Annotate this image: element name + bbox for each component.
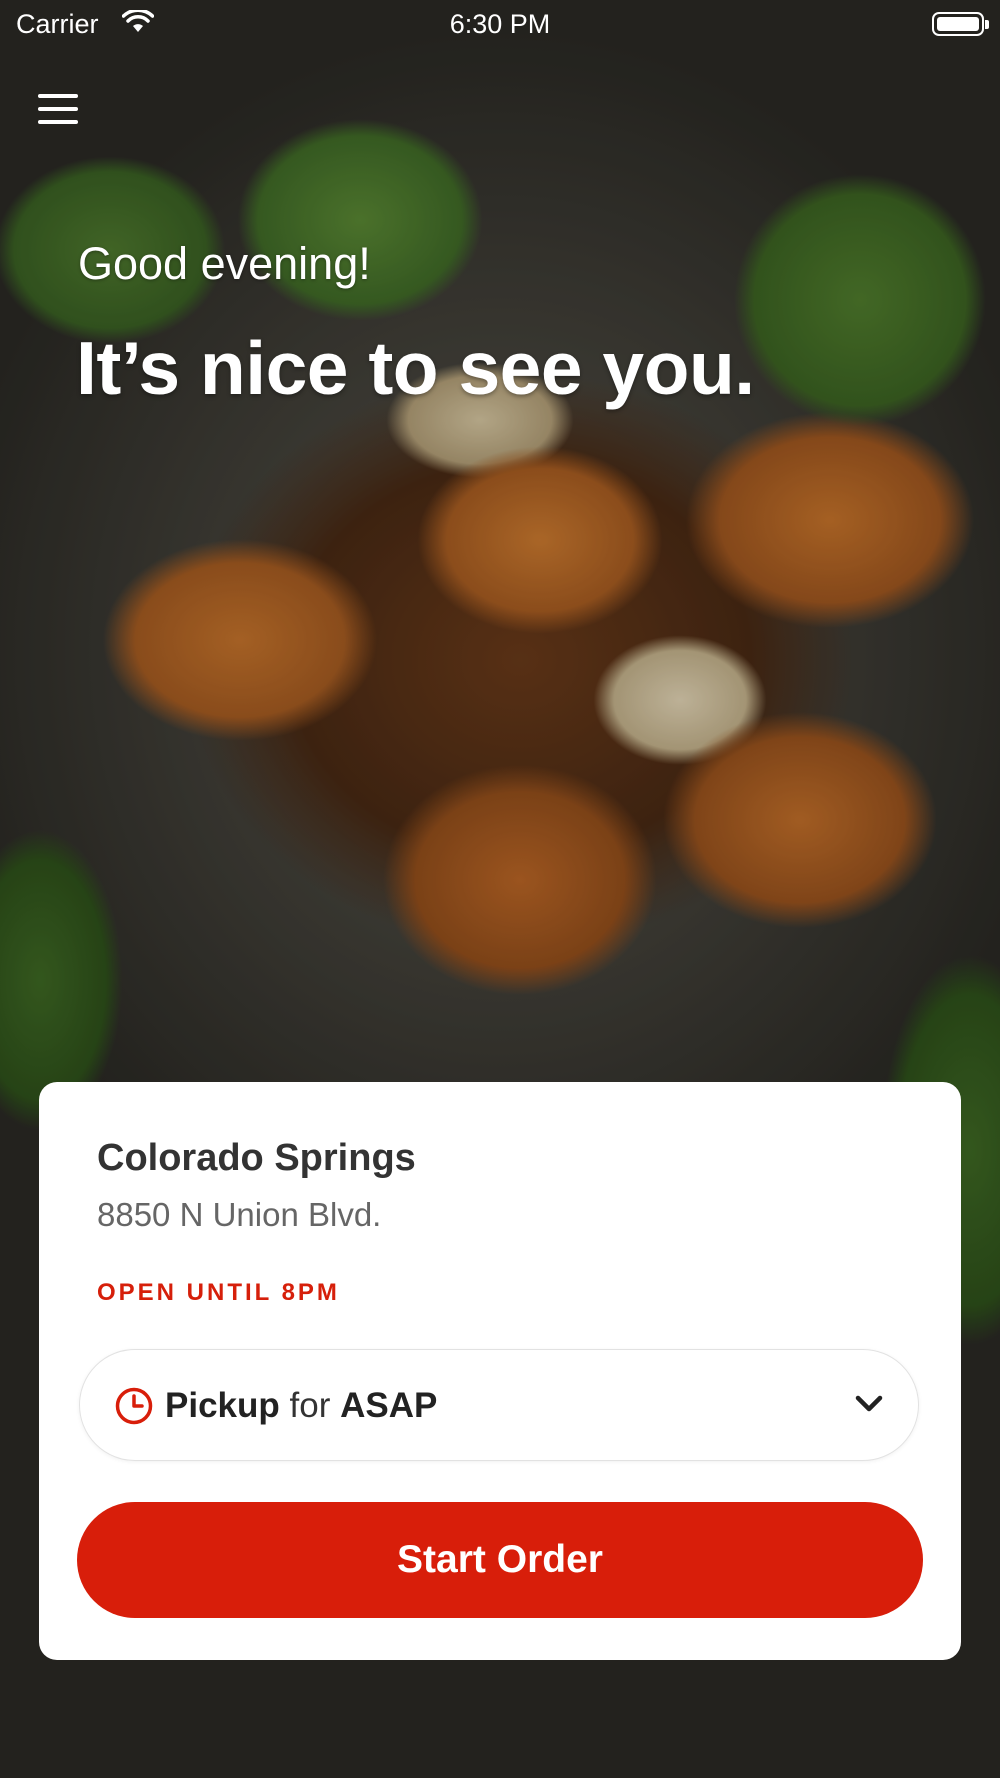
headline-text: It’s nice to see you. bbox=[76, 326, 755, 410]
order-time: ASAP bbox=[340, 1386, 438, 1425]
chevron-down-icon[interactable] bbox=[854, 1392, 884, 1416]
clock-icon bbox=[115, 1387, 153, 1425]
order-connector: for bbox=[289, 1386, 331, 1425]
status-time: 6:30 PM bbox=[449, 9, 551, 39]
order-picker-label: Pickup for ASAP bbox=[165, 1386, 437, 1426]
hamburger-menu-icon[interactable] bbox=[38, 94, 78, 134]
order-mode: Pickup bbox=[165, 1386, 280, 1425]
order-time-picker[interactable]: Pickup for ASAP bbox=[79, 1349, 919, 1461]
location-name: Colorado Springs bbox=[97, 1137, 416, 1179]
status-bar: Carrier 6:30 PM bbox=[0, 0, 1000, 50]
start-order-button[interactable]: Start Order bbox=[77, 1502, 923, 1618]
battery-icon bbox=[932, 12, 989, 36]
location-address: 8850 N Union Blvd. bbox=[97, 1196, 382, 1233]
location-card: Colorado Springs 8850 N Union Blvd. OPEN… bbox=[39, 1082, 961, 1660]
greeting-text: Good evening! bbox=[78, 238, 371, 289]
hours-status: OPEN UNTIL 8PM bbox=[97, 1279, 340, 1306]
